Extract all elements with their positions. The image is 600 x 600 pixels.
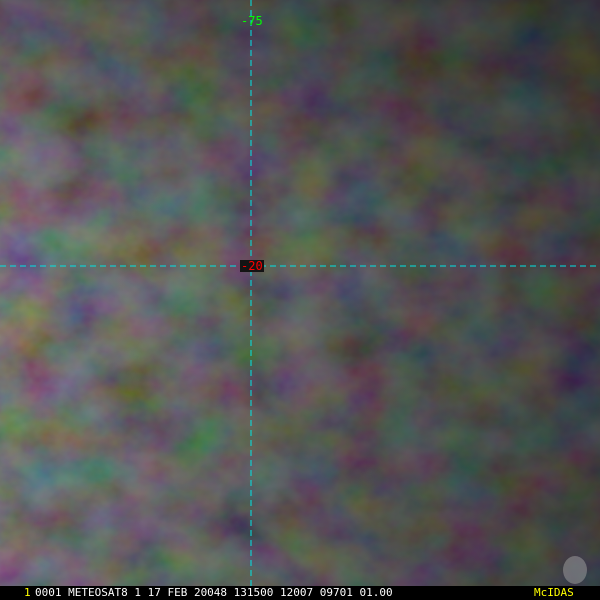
satellite-viewport[interactable]: -75 -20 1 0001 METEOSAT8 1 17 FEB 20048 …: [0, 0, 600, 600]
lat-lon-grid: [0, 0, 600, 586]
status-bar: 1 0001 METEOSAT8 1 17 FEB 20048 131500 1…: [0, 586, 600, 600]
image-header: 0001 METEOSAT8 1 17 FEB 20048 131500 120…: [35, 586, 393, 599]
latitude-label: -20: [240, 259, 264, 273]
mcidas-brand: McIDAS: [532, 586, 574, 600]
longitude-label: -75: [241, 14, 263, 28]
frame-number: 1: [24, 586, 31, 599]
